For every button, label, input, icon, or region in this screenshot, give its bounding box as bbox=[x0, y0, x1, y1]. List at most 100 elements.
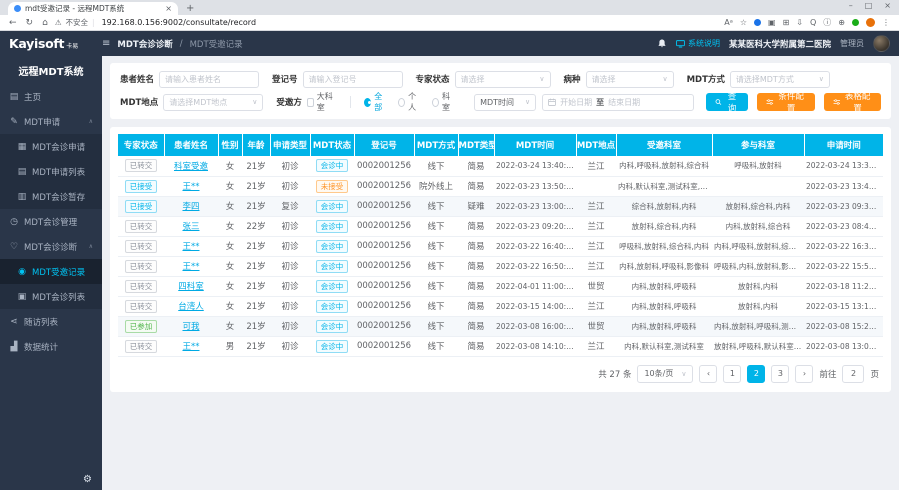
expert-status-select[interactable]: 请选择∨ bbox=[455, 71, 551, 88]
condition-config-button[interactable]: 条件配置 bbox=[757, 93, 814, 111]
share-icon: ⋖ bbox=[9, 317, 19, 327]
sidebar-item-statistics[interactable]: ▟ 数据统计 bbox=[0, 334, 102, 359]
cell-invited: 内科,默认科室,测试科室,放射科 bbox=[616, 176, 712, 196]
disease-select[interactable]: 请选择∨ bbox=[586, 71, 674, 88]
patient-name-link[interactable]: 李四 bbox=[182, 202, 199, 212]
sidebar-item-consult-manage[interactable]: ◷ MDT会诊管理 bbox=[0, 209, 102, 234]
edit-icon: ✎ bbox=[9, 117, 19, 127]
system-help-label: 系统说明 bbox=[688, 38, 720, 49]
browser-profile-avatar[interactable] bbox=[866, 18, 875, 27]
grid-extension-icon[interactable]: ⊞ bbox=[783, 18, 790, 27]
patient-name-link[interactable]: 四科室 bbox=[178, 282, 204, 292]
sidebar-item-mdt-apply[interactable]: ✎ MDT申请 ∧ bbox=[0, 109, 102, 134]
cell-gender: 女 bbox=[218, 196, 242, 216]
chevron-down-icon: ∨ bbox=[658, 75, 667, 83]
next-page-button[interactable]: › bbox=[795, 365, 813, 383]
reg-no-input[interactable]: 请输入登记号 bbox=[303, 71, 403, 88]
mdt-mode-select[interactable]: 请选择MDT方式∨ bbox=[730, 71, 830, 88]
user-role[interactable]: 管理员 bbox=[840, 38, 864, 49]
patient-name-link[interactable]: 王** bbox=[182, 242, 199, 252]
window-maximize-button[interactable]: □ bbox=[865, 1, 873, 10]
bell-icon[interactable] bbox=[657, 38, 667, 49]
invitee-radio-dept[interactable]: 科室 bbox=[432, 91, 453, 113]
browser-tab[interactable]: mdt受邀记录 - 远程MDT系统 × bbox=[8, 2, 178, 15]
cell-age: 21岁 bbox=[242, 316, 270, 336]
cell-invited: 内科,放射科,呼吸科 bbox=[616, 276, 712, 296]
goto-page-input[interactable]: 2 bbox=[842, 365, 864, 383]
cell-mode: 线下 bbox=[414, 256, 458, 276]
page-button[interactable]: 3 bbox=[771, 365, 789, 383]
extension-blue-icon[interactable] bbox=[754, 19, 761, 26]
page-button[interactable]: 1 bbox=[723, 365, 741, 383]
column-header: 登记号 bbox=[354, 134, 414, 156]
time-field-select[interactable]: MDT时间∨ bbox=[474, 94, 536, 111]
sidebar-item-home[interactable]: ▤ 主页 bbox=[0, 84, 102, 109]
window-minimize-button[interactable]: – bbox=[849, 1, 853, 10]
download-icon[interactable]: ⇩ bbox=[796, 18, 803, 27]
patient-name-link[interactable]: 台湾人 bbox=[178, 302, 204, 312]
sliders-icon bbox=[833, 98, 841, 106]
home-icon[interactable]: ⌂ bbox=[42, 18, 48, 28]
cell-joined: 呼吸科,放射科 bbox=[712, 156, 804, 176]
sidebar-item-followup-list[interactable]: ⋖ 随访列表 bbox=[0, 309, 102, 334]
patient-name-link[interactable]: 王** bbox=[182, 342, 199, 352]
sidebar-item-invite-records[interactable]: ◉ MDT受邀记录 bbox=[0, 259, 102, 284]
expert-status-badge: 已参加 bbox=[125, 320, 158, 333]
page-size-select[interactable]: 10条/页 ∨ bbox=[637, 365, 693, 383]
prev-page-button[interactable]: ‹ bbox=[699, 365, 717, 383]
cell-mdt-type: 简易 bbox=[458, 216, 494, 236]
cell-mode: 线下 bbox=[414, 236, 458, 256]
settings-gear-icon[interactable]: ⚙ bbox=[83, 474, 92, 485]
app-window: mdt受邀记录 - 远程MDT系统 × + – □ × ← ↻ ⌂ ⚠ 不安全 … bbox=[0, 0, 899, 490]
favorite-star-icon[interactable]: ☆ bbox=[740, 18, 747, 27]
patient-name-link[interactable]: 王** bbox=[182, 182, 199, 192]
mdt-place-select[interactable]: 请选择MDT地点∨ bbox=[163, 94, 263, 111]
page-button[interactable]: 2 bbox=[747, 365, 765, 383]
sidebar-collapse-icon[interactable]: ≡ bbox=[102, 38, 110, 49]
search-button[interactable]: 查询 bbox=[706, 93, 748, 111]
cell-place: 兰江 bbox=[576, 296, 616, 316]
sidebar-item-consult-apply[interactable]: ▦ MDT会诊申请 bbox=[0, 134, 102, 159]
user-avatar[interactable] bbox=[873, 35, 890, 52]
info-icon[interactable]: ⓘ bbox=[823, 17, 831, 28]
patient-name-input[interactable]: 请输入患者姓名 bbox=[159, 71, 259, 88]
sidebar-item-consult-diagnosis[interactable]: ♡ MDT会诊诊断 ∧ bbox=[0, 234, 102, 259]
patient-name-link[interactable]: 可我 bbox=[182, 322, 199, 332]
cell-mdt-type: 简易 bbox=[458, 236, 494, 256]
new-tab-button[interactable]: + bbox=[186, 2, 194, 15]
tab-close-icon[interactable]: × bbox=[165, 4, 172, 13]
cell-apply-time: 2022-03-22 16:31:36 bbox=[804, 236, 883, 256]
clipboard-extension-icon[interactable]: ▣ bbox=[768, 18, 776, 27]
wechat-extension-icon[interactable] bbox=[852, 19, 859, 26]
cell-mode: 线下 bbox=[414, 196, 458, 216]
window-close-button[interactable]: × bbox=[884, 1, 891, 10]
invitee-dept-checkbox[interactable]: 大科室 bbox=[307, 91, 334, 113]
patient-name-link[interactable]: 王** bbox=[182, 262, 199, 272]
security-label[interactable]: 不安全 bbox=[66, 17, 89, 28]
cell-gender: 女 bbox=[218, 276, 242, 296]
sidebar-item-consult-list[interactable]: ▣ MDT会诊列表 bbox=[0, 284, 102, 309]
breadcrumb-parent[interactable]: MDT会诊诊断 bbox=[117, 38, 172, 50]
patient-name-link[interactable]: 张三 bbox=[182, 222, 199, 232]
url-field[interactable]: 192.168.0.156:9002/consultate/record bbox=[102, 18, 718, 27]
date-range-picker[interactable]: 开始日期 至 结束日期 bbox=[542, 94, 694, 111]
cell-invited: 放射科,综合科,内科 bbox=[616, 216, 712, 236]
cell-mdt-time: 2022-03-22 16:40:00 bbox=[494, 236, 576, 256]
back-icon[interactable]: ← bbox=[9, 18, 17, 28]
app-header: Kayisoft 卡易 ≡ MDT会诊诊断 / MDT受邀记录 系统说明 某某医… bbox=[0, 31, 899, 56]
qq-extension-icon[interactable]: Q bbox=[810, 18, 816, 27]
security-warning-icon[interactable]: ⚠ bbox=[55, 18, 62, 27]
cell-apply-time: 2022-03-08 15:24:58 bbox=[804, 316, 883, 336]
translate-icon[interactable]: Aᵃ bbox=[724, 18, 733, 27]
table-config-button[interactable]: 表格配置 bbox=[824, 93, 881, 111]
invitee-radio-all[interactable]: 全部 bbox=[364, 91, 385, 113]
sidebar-item-consult-draft[interactable]: ▥ MDT会诊暂存 bbox=[0, 184, 102, 209]
system-help-link[interactable]: 系统说明 bbox=[676, 38, 720, 49]
invitee-radio-personal[interactable]: 个人 bbox=[398, 91, 419, 113]
sidebar-item-apply-list[interactable]: ▤ MDT申请列表 bbox=[0, 159, 102, 184]
patient-name-link[interactable]: 科室受邀 bbox=[174, 162, 208, 172]
add-extension-icon[interactable]: ⊕ bbox=[838, 18, 845, 27]
reload-icon[interactable]: ↻ bbox=[26, 18, 34, 28]
cell-age: 21岁 bbox=[242, 176, 270, 196]
browser-menu-icon[interactable]: ⋮ bbox=[882, 18, 890, 27]
